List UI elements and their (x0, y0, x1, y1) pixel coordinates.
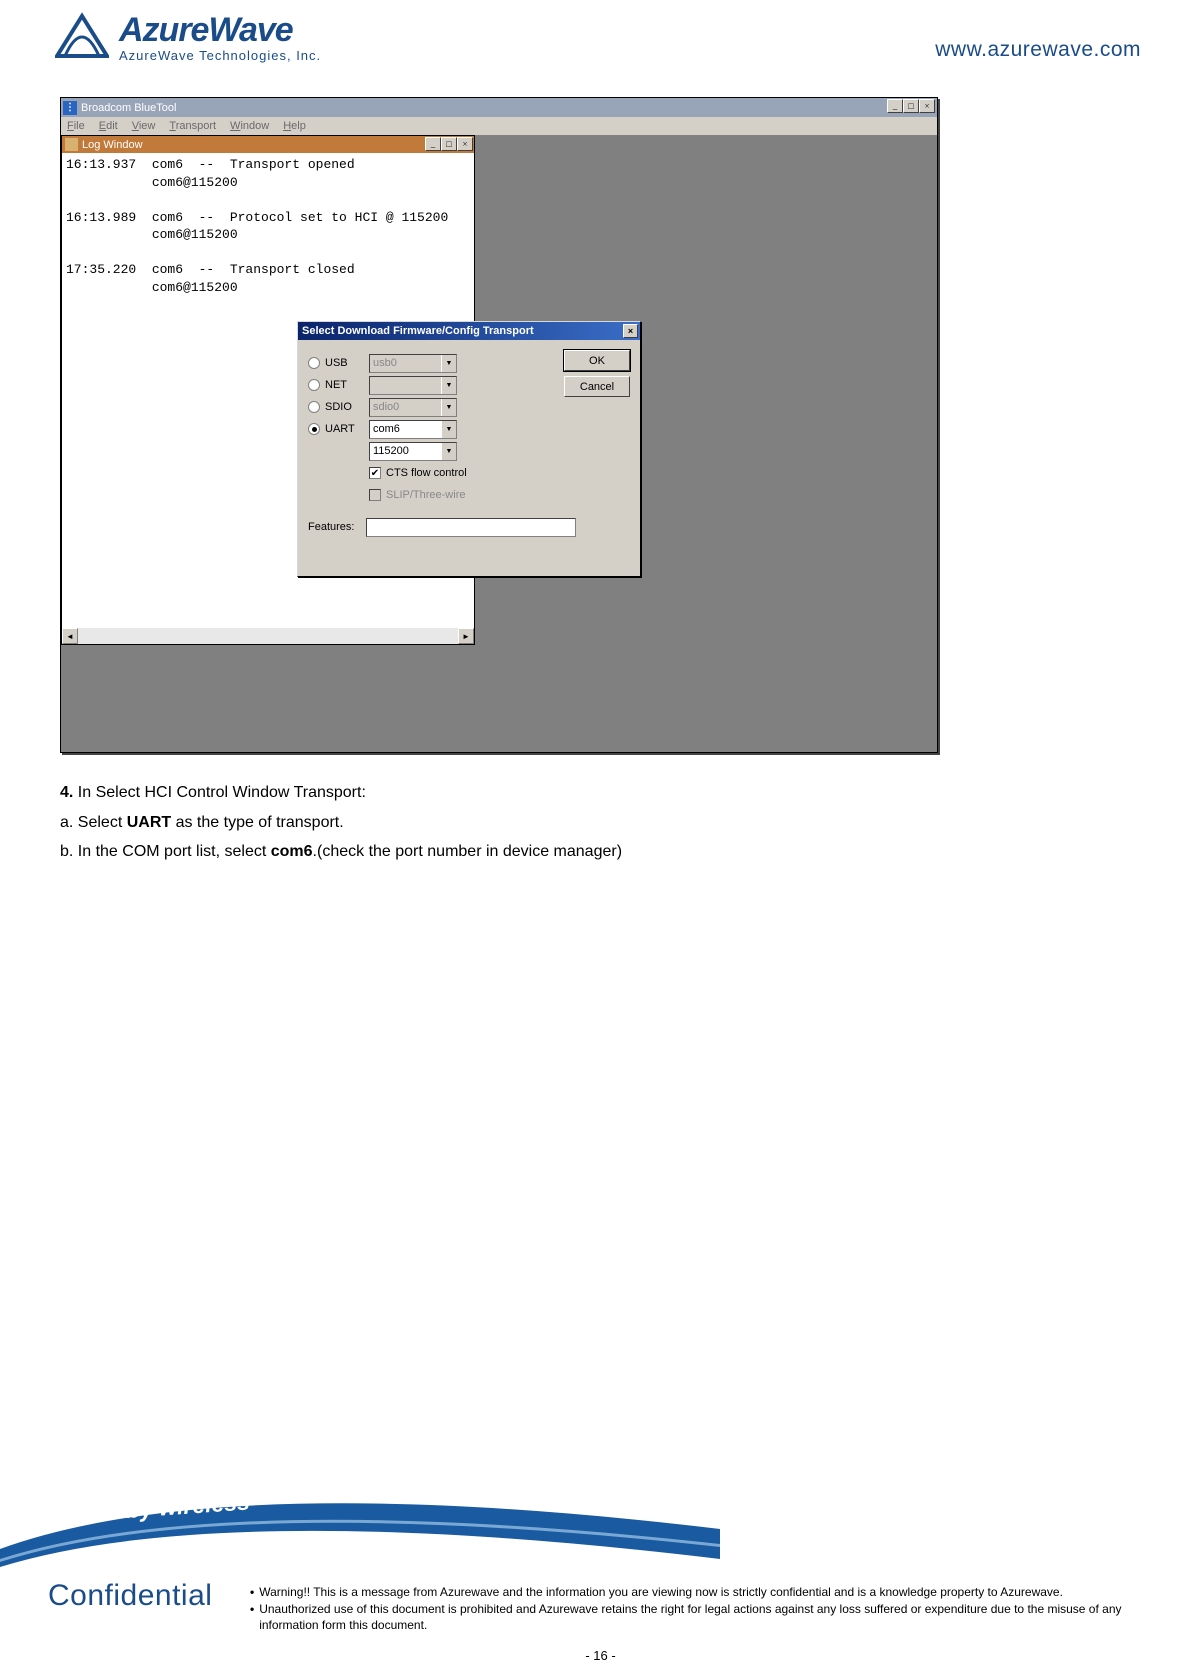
menu-transport[interactable]: Transport (169, 120, 216, 132)
brand-name: AzureWave (119, 11, 321, 50)
log-icon (65, 138, 78, 151)
scroll-right-button[interactable]: ► (458, 628, 474, 644)
radio-usb[interactable] (308, 357, 320, 369)
minimize-button[interactable]: _ (887, 99, 903, 113)
ok-button[interactable]: OK (564, 350, 630, 371)
label-net: NET (325, 379, 369, 391)
log-window-titlebar: Log Window _ □ × (62, 136, 474, 153)
label-uart: UART (325, 423, 369, 435)
page-number: - 16 - (0, 1648, 1201, 1663)
bluetooth-icon: ⋮ (63, 101, 77, 115)
brand-subtitle: AzureWave Technologies, Inc. (119, 48, 321, 63)
close-button[interactable]: × (919, 99, 935, 113)
radio-net[interactable] (308, 379, 320, 391)
log-window-title: Log Window (82, 139, 143, 151)
features-input[interactable] (366, 518, 576, 537)
combo-usb[interactable]: usb0▼ (369, 354, 457, 373)
page-footer: Inspired by wireless Confidential •Warni… (0, 1446, 1201, 1671)
app-title: Broadcom BlueTool (81, 102, 176, 114)
combo-uart-port[interactable]: com6▼ (369, 420, 457, 439)
checkbox-cts[interactable]: ✔ (369, 467, 381, 479)
chevron-down-icon: ▼ (441, 355, 456, 372)
confidential-label: Confidential (48, 1579, 212, 1613)
checkbox-slip[interactable] (369, 489, 381, 501)
log-maximize-button[interactable]: □ (441, 137, 457, 151)
label-cts: CTS flow control (386, 467, 467, 479)
dialog-titlebar: Select Download Firmware/Config Transpor… (298, 322, 640, 340)
menu-file[interactable]: File (67, 120, 85, 132)
radio-sdio[interactable] (308, 401, 320, 413)
chevron-down-icon: ▼ (441, 421, 456, 438)
menu-edit[interactable]: Edit (99, 120, 118, 132)
combo-net[interactable]: ▼ (369, 376, 457, 395)
page-header: AzureWave AzureWave Technologies, Inc. w… (55, 10, 1141, 74)
menu-bar: File Edit View Transport Window Help (61, 117, 937, 135)
scroll-left-button[interactable]: ◄ (62, 628, 78, 644)
label-sdio: SDIO (325, 401, 369, 413)
logo-icon (55, 10, 109, 64)
log-minimize-button[interactable]: _ (425, 137, 441, 151)
scroll-track[interactable] (78, 628, 458, 644)
menu-view[interactable]: View (132, 120, 156, 132)
chevron-down-icon: ▼ (441, 443, 456, 460)
transport-dialog: Select Download Firmware/Config Transpor… (297, 321, 641, 577)
radio-uart[interactable] (308, 423, 320, 435)
dialog-title: Select Download Firmware/Config Transpor… (302, 325, 534, 337)
app-window: ⋮ Broadcom BlueTool _ □ × File Edit View… (61, 98, 937, 135)
horizontal-scrollbar[interactable]: ◄ ► (62, 628, 474, 644)
app-titlebar: ⋮ Broadcom BlueTool _ □ × (61, 98, 937, 117)
combo-uart-baud[interactable]: 115200▼ (369, 442, 457, 461)
label-slip: SLIP/Three-wire (386, 489, 465, 501)
cancel-button[interactable]: Cancel (564, 376, 630, 397)
embedded-screenshot: ⋮ Broadcom BlueTool _ □ × File Edit View… (60, 97, 938, 753)
chevron-down-icon: ▼ (441, 399, 456, 416)
footer-warning: •Warning!! This is a message from Azurew… (250, 1584, 1161, 1633)
log-close-button[interactable]: × (457, 137, 473, 151)
label-features: Features: (308, 521, 366, 533)
menu-help[interactable]: Help (283, 120, 306, 132)
dialog-close-button[interactable]: × (623, 324, 638, 338)
maximize-button[interactable]: □ (903, 99, 919, 113)
chevron-down-icon: ▼ (441, 377, 456, 394)
menu-window[interactable]: Window (230, 120, 269, 132)
instruction-text: 4. In Select HCI Control Window Transpor… (60, 778, 622, 867)
combo-sdio[interactable]: sdio0▼ (369, 398, 457, 417)
label-usb: USB (325, 357, 369, 369)
brand-url: www.azurewave.com (935, 38, 1141, 62)
